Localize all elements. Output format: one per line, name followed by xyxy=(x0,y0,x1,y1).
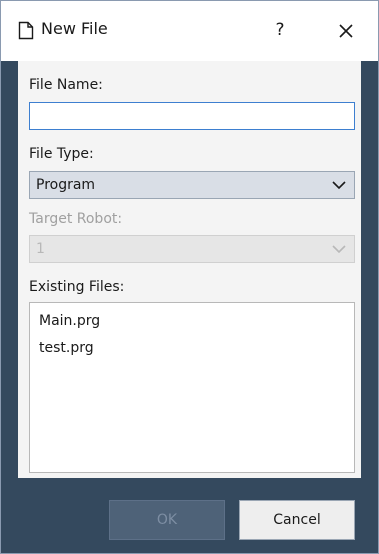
title-bar: New File ? xyxy=(1,1,378,61)
existing-files-list[interactable]: Main.prg test.prg xyxy=(29,302,355,473)
cancel-button[interactable]: Cancel xyxy=(239,500,355,540)
target-robot-select: 1 xyxy=(29,235,355,263)
list-item[interactable]: Main.prg xyxy=(39,313,100,329)
existing-files-label: Existing Files: xyxy=(29,279,125,295)
file-type-select[interactable]: Program xyxy=(29,171,355,199)
new-file-dialog: New File ? File Name: File Type: Program… xyxy=(0,0,379,554)
form-panel: File Name: File Type: Program Target Rob… xyxy=(18,61,361,478)
target-robot-value: 1 xyxy=(36,241,45,257)
document-icon xyxy=(18,21,34,40)
dialog-title: New File xyxy=(41,19,108,38)
list-item[interactable]: test.prg xyxy=(39,340,94,356)
file-name-input[interactable] xyxy=(29,102,355,130)
target-robot-label: Target Robot: xyxy=(29,211,123,227)
file-type-value: Program xyxy=(36,177,96,193)
chevron-down-icon xyxy=(332,181,346,190)
chevron-down-icon xyxy=(332,245,346,254)
help-button[interactable]: ? xyxy=(265,15,295,45)
close-icon[interactable] xyxy=(331,16,361,46)
file-name-label: File Name: xyxy=(29,77,103,93)
ok-button[interactable]: OK xyxy=(109,500,225,540)
file-type-label: File Type: xyxy=(29,146,94,162)
